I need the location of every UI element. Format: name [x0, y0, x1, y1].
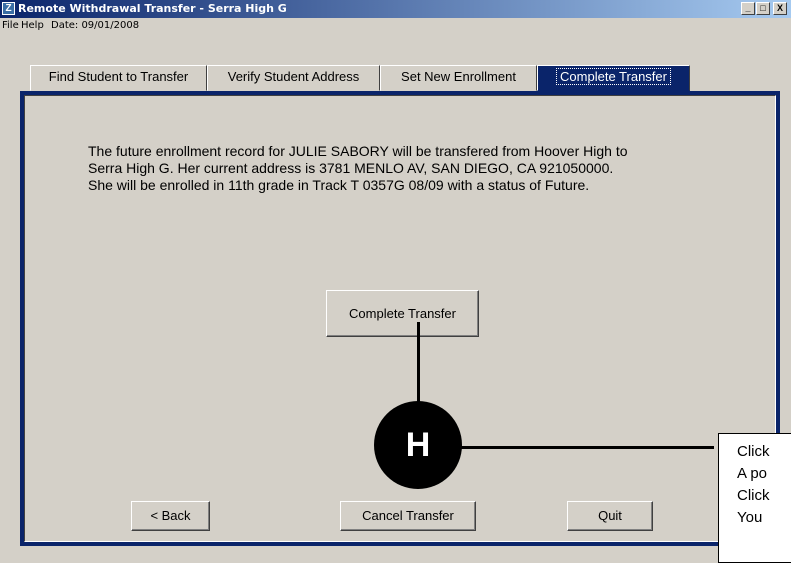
maximize-button[interactable]: □: [756, 2, 770, 15]
quit-button[interactable]: Quit: [567, 501, 653, 531]
menu-date: Date: 09/01/2008: [51, 20, 140, 31]
complete-transfer-button[interactable]: Complete Transfer: [326, 290, 479, 337]
cancel-transfer-button[interactable]: Cancel Transfer: [340, 501, 476, 531]
close-button[interactable]: X: [773, 2, 787, 15]
window-title: Remote Withdrawal Transfer - Serra High …: [18, 2, 287, 15]
annotation-marker: H: [374, 401, 462, 489]
callout-line: Click: [737, 487, 770, 504]
app-icon: Z: [2, 2, 15, 15]
tab-verify-address[interactable]: Verify Student Address: [207, 65, 380, 91]
tab-set-enrollment[interactable]: Set New Enrollment: [380, 65, 537, 91]
callout-line: You: [737, 509, 763, 526]
back-button[interactable]: < Back: [131, 501, 210, 531]
menu-file[interactable]: File: [2, 20, 19, 31]
transfer-message: The future enrollment record for JULIE S…: [88, 143, 728, 194]
tab-complete-transfer[interactable]: Complete Transfer: [537, 65, 690, 91]
message-line: The future enrollment record for JULIE S…: [88, 143, 628, 159]
callout-line: Click: [737, 443, 770, 460]
tab-complete-transfer-label: Complete Transfer: [556, 68, 671, 85]
callout-line: A po: [737, 465, 768, 482]
annotation-line-vertical: [417, 322, 420, 402]
annotation-callout: Click A po Click You: [718, 433, 791, 563]
message-line: She will be enrolled in 11th grade in Tr…: [88, 177, 590, 193]
tab-find-student[interactable]: Find Student to Transfer: [30, 65, 207, 91]
annotation-line-horizontal: [460, 446, 714, 449]
menu-help[interactable]: Help: [21, 20, 44, 31]
message-line: Serra High G. Her current address is 378…: [88, 160, 614, 176]
minimize-button[interactable]: _: [741, 2, 755, 15]
